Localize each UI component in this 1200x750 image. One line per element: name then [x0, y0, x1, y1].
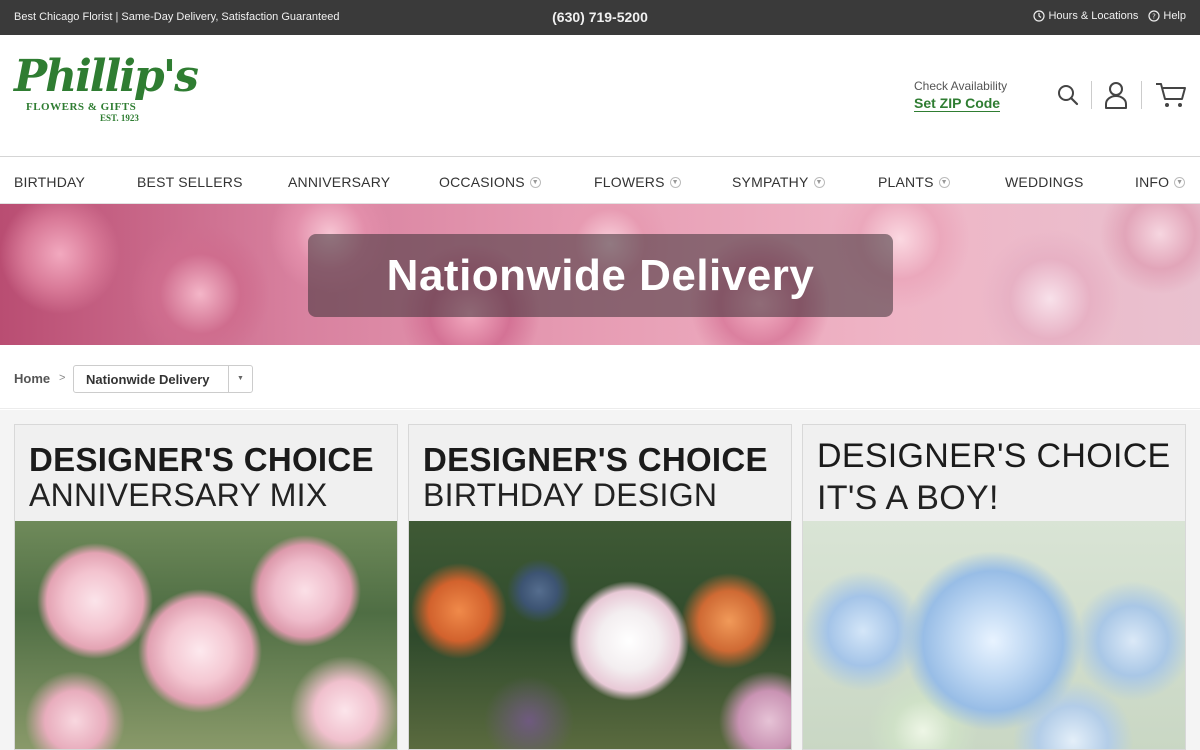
product-title-box: DESIGNER'S CHOICE IT'S A BOY! [803, 425, 1185, 521]
product-image [15, 521, 397, 749]
top-links: Hours & Locations ? Help [1033, 10, 1186, 22]
help-link[interactable]: ? Help [1148, 10, 1186, 22]
product-image [409, 521, 791, 749]
chevron-down-icon: ▼ [669, 176, 681, 188]
clock-icon [1033, 10, 1046, 22]
nav-item-label: INFO [1135, 174, 1170, 190]
set-zip-code-link[interactable]: Set ZIP Code [914, 95, 1001, 112]
product-card[interactable]: DESIGNER'S CHOICE IT'S A BOY! [802, 424, 1186, 750]
hours-locations-label: Hours & Locations [1048, 10, 1139, 22]
nav-item-label: FLOWERS [594, 174, 665, 190]
product-card[interactable]: DESIGNER'S CHOICE BIRTHDAY DESIGN [408, 424, 792, 750]
product-title-line1: DESIGNER'S CHOICE [29, 441, 374, 478]
help-icon: ? [1148, 10, 1160, 22]
product-title-box: DESIGNER'S CHOICE BIRTHDAY DESIGN [409, 425, 791, 521]
header-divider [1091, 81, 1092, 109]
nav-item-sympathy[interactable]: SYMPATHY ▼ [732, 174, 825, 190]
product-image [803, 521, 1185, 749]
product-title-line2: ANNIVERSARY MIX [29, 477, 328, 513]
search-icon [1058, 85, 1079, 106]
logo-established: EST. 1923 [100, 113, 139, 123]
product-title-line1: DESIGNER'S CHOICE [817, 437, 1171, 475]
product-title-line2: IT'S A BOY! [817, 479, 999, 517]
help-label: Help [1163, 10, 1186, 22]
cart-button[interactable] [1155, 81, 1187, 109]
product-title-line1: DESIGNER'S CHOICE [423, 441, 768, 478]
breadcrumb-separator: > [59, 372, 66, 384]
logo-subtitle: FLOWERS & GIFTS [26, 101, 137, 113]
nav-item-weddings[interactable]: WEDDINGS [1005, 174, 1084, 190]
breadcrumb-current: Nationwide Delivery [86, 372, 210, 387]
cart-icon [1156, 83, 1186, 107]
chevron-down-icon: ▼ [228, 366, 252, 392]
user-icon [1105, 82, 1127, 109]
svg-text:?: ? [1153, 13, 1157, 21]
nav-item-label: SYMPATHY [732, 174, 809, 190]
hours-locations-link[interactable]: Hours & Locations [1033, 10, 1138, 22]
hero-banner: Nationwide Delivery [0, 204, 1200, 345]
nav-item-best-sellers[interactable]: BEST SELLERS [137, 174, 243, 190]
chevron-down-icon: ▼ [938, 176, 950, 188]
check-availability-label: Check Availability [914, 79, 1008, 93]
main-nav: BIRTHDAY BEST SELLERS ANNIVERSARY OCCASI… [0, 158, 1200, 204]
breadcrumb-home-link[interactable]: Home [14, 371, 50, 386]
breadcrumb: Home > Nationwide Delivery ▼ [0, 345, 1200, 409]
nav-item-label: BIRTHDAY [14, 174, 86, 190]
page-title: Nationwide Delivery [308, 234, 893, 317]
chevron-down-icon: ▼ [1174, 176, 1186, 188]
logo-script: Phillip's [14, 51, 199, 102]
nav-item-birthday[interactable]: BIRTHDAY [14, 174, 85, 190]
product-title-line2: BIRTHDAY DESIGN [423, 477, 718, 513]
zip-availability: Check Availability Set ZIP Code [914, 79, 1007, 113]
account-button[interactable] [1104, 80, 1128, 110]
nav-item-flowers[interactable]: FLOWERS ▼ [594, 174, 681, 190]
logo[interactable]: Phillip's FLOWERS & GIFTS EST. 1923 [14, 51, 199, 143]
product-title-box: DESIGNER'S CHOICE ANNIVERSARY MIX [15, 425, 397, 521]
nav-item-plants[interactable]: PLANTS ▼ [878, 174, 950, 190]
header-divider [1141, 81, 1142, 109]
nav-item-label: BEST SELLERS [137, 174, 243, 190]
nav-item-label: PLANTS [878, 174, 934, 190]
nav-item-label: ANNIVERSARY [288, 174, 391, 190]
breadcrumb-category-select[interactable]: Nationwide Delivery ▼ [73, 365, 253, 393]
search-button[interactable] [1056, 83, 1080, 107]
top-bar: Best Chicago Florist | Same-Day Delivery… [0, 0, 1200, 35]
site-header: Phillip's FLOWERS & GIFTS EST. 1923 Chec… [0, 35, 1200, 157]
site-tagline: Best Chicago Florist | Same-Day Delivery… [14, 11, 340, 23]
nav-item-label: OCCASIONS [439, 174, 525, 190]
chevron-down-icon: ▼ [813, 176, 825, 188]
product-card[interactable]: DESIGNER'S CHOICE ANNIVERSARY MIX [14, 424, 398, 750]
nav-item-info[interactable]: INFO ▼ [1135, 174, 1186, 190]
phone-number-link[interactable]: (630) 719-5200 [552, 9, 648, 25]
nav-item-label: WEDDINGS [1005, 174, 1084, 190]
nav-item-occasions[interactable]: OCCASIONS ▼ [439, 174, 541, 190]
nav-item-anniversary[interactable]: ANNIVERSARY [288, 174, 390, 190]
chevron-down-icon: ▼ [529, 176, 541, 188]
